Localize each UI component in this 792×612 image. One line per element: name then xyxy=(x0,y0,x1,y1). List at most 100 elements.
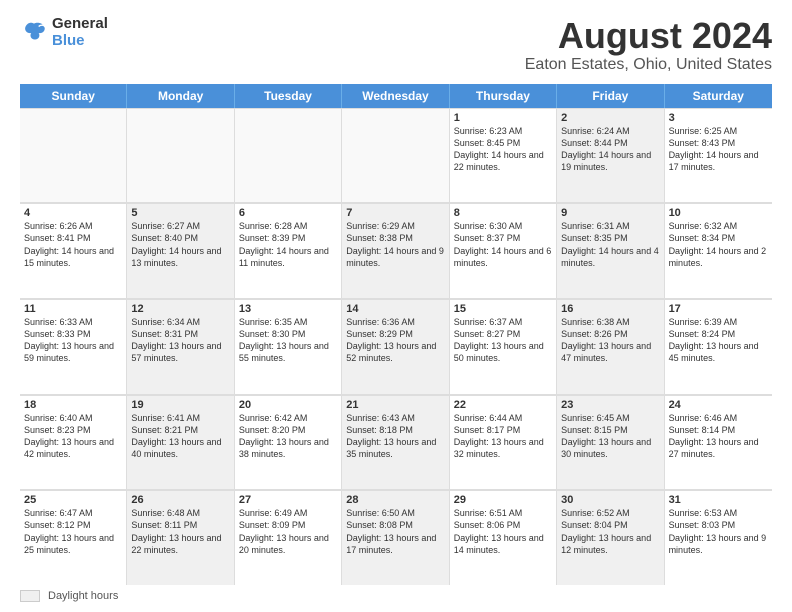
week-row-5: 25 Sunrise: 6:47 AM Sunset: 8:12 PM Dayli… xyxy=(20,490,772,585)
day-info: Sunrise: 6:41 AM Sunset: 8:21 PM Dayligh… xyxy=(131,413,221,459)
day-info: Sunrise: 6:38 AM Sunset: 8:26 PM Dayligh… xyxy=(561,317,651,363)
logo-blue: Blue xyxy=(52,33,108,50)
calendar-header: SundayMondayTuesdayWednesdayThursdayFrid… xyxy=(20,84,772,108)
page: General Blue August 2024 Eaton Estates, … xyxy=(0,0,792,612)
day-number: 2 xyxy=(561,112,659,124)
day-info: Sunrise: 6:36 AM Sunset: 8:29 PM Dayligh… xyxy=(346,317,436,363)
day-cell-13: 13 Sunrise: 6:35 AM Sunset: 8:30 PM Dayli… xyxy=(235,299,342,394)
day-cell-6: 6Sunrise: 6:28 AM Sunset: 8:39 PM Daylig… xyxy=(235,203,342,298)
day-cell-12: 12Sunrise: 6:34 AM Sunset: 8:31 PM Dayli… xyxy=(127,299,234,394)
day-number: 17 xyxy=(669,303,768,315)
empty-cell xyxy=(235,108,342,203)
day-number: 26 xyxy=(131,494,229,506)
day-number: 23 xyxy=(561,399,659,411)
logo: General Blue xyxy=(20,16,108,49)
day-number: 4 xyxy=(24,207,122,219)
day-info: Sunrise: 6:46 AM Sunset: 8:14 PM Dayligh… xyxy=(669,413,759,459)
day-info: Sunrise: 6:29 AM Sunset: 8:38 PM Dayligh… xyxy=(346,221,444,267)
day-info: Sunrise: 6:27 AM Sunset: 8:40 PM Dayligh… xyxy=(131,221,221,267)
day-info: Sunrise: 6:44 AM Sunset: 8:17 PM Dayligh… xyxy=(454,413,544,459)
day-cell-7: 7 Sunrise: 6:29 AM Sunset: 8:38 PM Daylig… xyxy=(342,203,449,298)
day-number: 29 xyxy=(454,494,552,506)
day-info: Sunrise: 6:45 AM Sunset: 8:15 PM Dayligh… xyxy=(561,413,651,459)
day-info: Sunrise: 6:31 AM Sunset: 8:35 PM Dayligh… xyxy=(561,221,659,267)
day-number: 11 xyxy=(24,303,122,315)
day-cell-21: 21Sunrise: 6:43 AM Sunset: 8:18 PM Dayli… xyxy=(342,395,449,490)
day-number: 31 xyxy=(669,494,768,506)
subtitle: Eaton Estates, Ohio, United States xyxy=(525,56,772,74)
day-info: Sunrise: 6:49 AM Sunset: 8:09 PM Dayligh… xyxy=(239,508,329,554)
day-header-friday: Friday xyxy=(557,84,664,108)
day-cell-14: 14Sunrise: 6:36 AM Sunset: 8:29 PM Dayli… xyxy=(342,299,449,394)
day-cell-16: 16 Sunrise: 6:38 AM Sunset: 8:26 PM Dayli… xyxy=(557,299,664,394)
day-number: 3 xyxy=(669,112,768,124)
footer: Daylight hours xyxy=(20,585,772,602)
day-number: 18 xyxy=(24,399,122,411)
day-cell-28: 28 Sunrise: 6:50 AM Sunset: 8:08 PM Dayli… xyxy=(342,490,449,585)
day-number: 10 xyxy=(669,207,768,219)
main-title: August 2024 xyxy=(525,16,772,56)
day-cell-10: 10 Sunrise: 6:32 AM Sunset: 8:34 PM Dayli… xyxy=(665,203,772,298)
day-number: 7 xyxy=(346,207,444,219)
day-info: Sunrise: 6:42 AM Sunset: 8:20 PM Dayligh… xyxy=(239,413,329,459)
week-row-2: 4Sunrise: 6:26 AM Sunset: 8:41 PM Daylig… xyxy=(20,203,772,299)
day-number: 1 xyxy=(454,112,552,124)
day-info: Sunrise: 6:24 AM Sunset: 8:44 PM Dayligh… xyxy=(561,126,651,172)
day-info: Sunrise: 6:48 AM Sunset: 8:11 PM Dayligh… xyxy=(131,508,221,554)
empty-cell xyxy=(20,108,127,203)
day-cell-5: 5 Sunrise: 6:27 AM Sunset: 8:40 PM Daylig… xyxy=(127,203,234,298)
day-number: 22 xyxy=(454,399,552,411)
day-info: Sunrise: 6:32 AM Sunset: 8:34 PM Dayligh… xyxy=(669,221,767,267)
day-cell-4: 4Sunrise: 6:26 AM Sunset: 8:41 PM Daylig… xyxy=(20,203,127,298)
day-cell-11: 11Sunrise: 6:33 AM Sunset: 8:33 PM Dayli… xyxy=(20,299,127,394)
day-cell-19: 19 Sunrise: 6:41 AM Sunset: 8:21 PM Dayli… xyxy=(127,395,234,490)
day-header-wednesday: Wednesday xyxy=(342,84,449,108)
empty-cell xyxy=(342,108,449,203)
day-cell-20: 20 Sunrise: 6:42 AM Sunset: 8:20 PM Dayli… xyxy=(235,395,342,490)
day-info: Sunrise: 6:35 AM Sunset: 8:30 PM Dayligh… xyxy=(239,317,329,363)
day-cell-9: 9Sunrise: 6:31 AM Sunset: 8:35 PM Daylig… xyxy=(557,203,664,298)
day-number: 13 xyxy=(239,303,337,315)
legend-box xyxy=(20,590,40,602)
day-cell-23: 23 Sunrise: 6:45 AM Sunset: 8:15 PM Dayli… xyxy=(557,395,664,490)
day-cell-31: 31 Sunrise: 6:53 AM Sunset: 8:03 PM Dayli… xyxy=(665,490,772,585)
day-cell-26: 26 Sunrise: 6:48 AM Sunset: 8:11 PM Dayli… xyxy=(127,490,234,585)
day-number: 30 xyxy=(561,494,659,506)
day-number: 16 xyxy=(561,303,659,315)
day-info: Sunrise: 6:53 AM Sunset: 8:03 PM Dayligh… xyxy=(669,508,767,554)
day-info: Sunrise: 6:28 AM Sunset: 8:39 PM Dayligh… xyxy=(239,221,329,267)
day-header-sunday: Sunday xyxy=(20,84,127,108)
day-info: Sunrise: 6:39 AM Sunset: 8:24 PM Dayligh… xyxy=(669,317,759,363)
day-number: 25 xyxy=(24,494,122,506)
day-number: 20 xyxy=(239,399,337,411)
logo-bird-icon xyxy=(20,19,48,47)
day-info: Sunrise: 6:47 AM Sunset: 8:12 PM Dayligh… xyxy=(24,508,114,554)
calendar-body: 1Sunrise: 6:23 AM Sunset: 8:45 PM Daylig… xyxy=(20,108,772,585)
day-number: 24 xyxy=(669,399,768,411)
day-number: 19 xyxy=(131,399,229,411)
day-number: 15 xyxy=(454,303,552,315)
day-number: 21 xyxy=(346,399,444,411)
week-row-1: 1Sunrise: 6:23 AM Sunset: 8:45 PM Daylig… xyxy=(20,108,772,204)
day-number: 5 xyxy=(131,207,229,219)
day-number: 28 xyxy=(346,494,444,506)
day-info: Sunrise: 6:52 AM Sunset: 8:04 PM Dayligh… xyxy=(561,508,651,554)
logo-text: General Blue xyxy=(52,16,108,49)
day-cell-18: 18 Sunrise: 6:40 AM Sunset: 8:23 PM Dayli… xyxy=(20,395,127,490)
day-cell-2: 2 Sunrise: 6:24 AM Sunset: 8:44 PM Daylig… xyxy=(557,108,664,203)
empty-cell xyxy=(127,108,234,203)
calendar: SundayMondayTuesdayWednesdayThursdayFrid… xyxy=(20,84,772,585)
day-info: Sunrise: 6:51 AM Sunset: 8:06 PM Dayligh… xyxy=(454,508,544,554)
day-info: Sunrise: 6:50 AM Sunset: 8:08 PM Dayligh… xyxy=(346,508,436,554)
day-cell-27: 27Sunrise: 6:49 AM Sunset: 8:09 PM Dayli… xyxy=(235,490,342,585)
day-info: Sunrise: 6:34 AM Sunset: 8:31 PM Dayligh… xyxy=(131,317,221,363)
day-info: Sunrise: 6:37 AM Sunset: 8:27 PM Dayligh… xyxy=(454,317,544,363)
day-info: Sunrise: 6:25 AM Sunset: 8:43 PM Dayligh… xyxy=(669,126,759,172)
week-row-4: 18 Sunrise: 6:40 AM Sunset: 8:23 PM Dayli… xyxy=(20,395,772,491)
title-block: August 2024 Eaton Estates, Ohio, United … xyxy=(525,16,772,74)
day-info: Sunrise: 6:30 AM Sunset: 8:37 PM Dayligh… xyxy=(454,221,552,267)
day-info: Sunrise: 6:40 AM Sunset: 8:23 PM Dayligh… xyxy=(24,413,114,459)
day-cell-25: 25 Sunrise: 6:47 AM Sunset: 8:12 PM Dayli… xyxy=(20,490,127,585)
day-header-tuesday: Tuesday xyxy=(235,84,342,108)
legend-label: Daylight hours xyxy=(48,590,118,602)
